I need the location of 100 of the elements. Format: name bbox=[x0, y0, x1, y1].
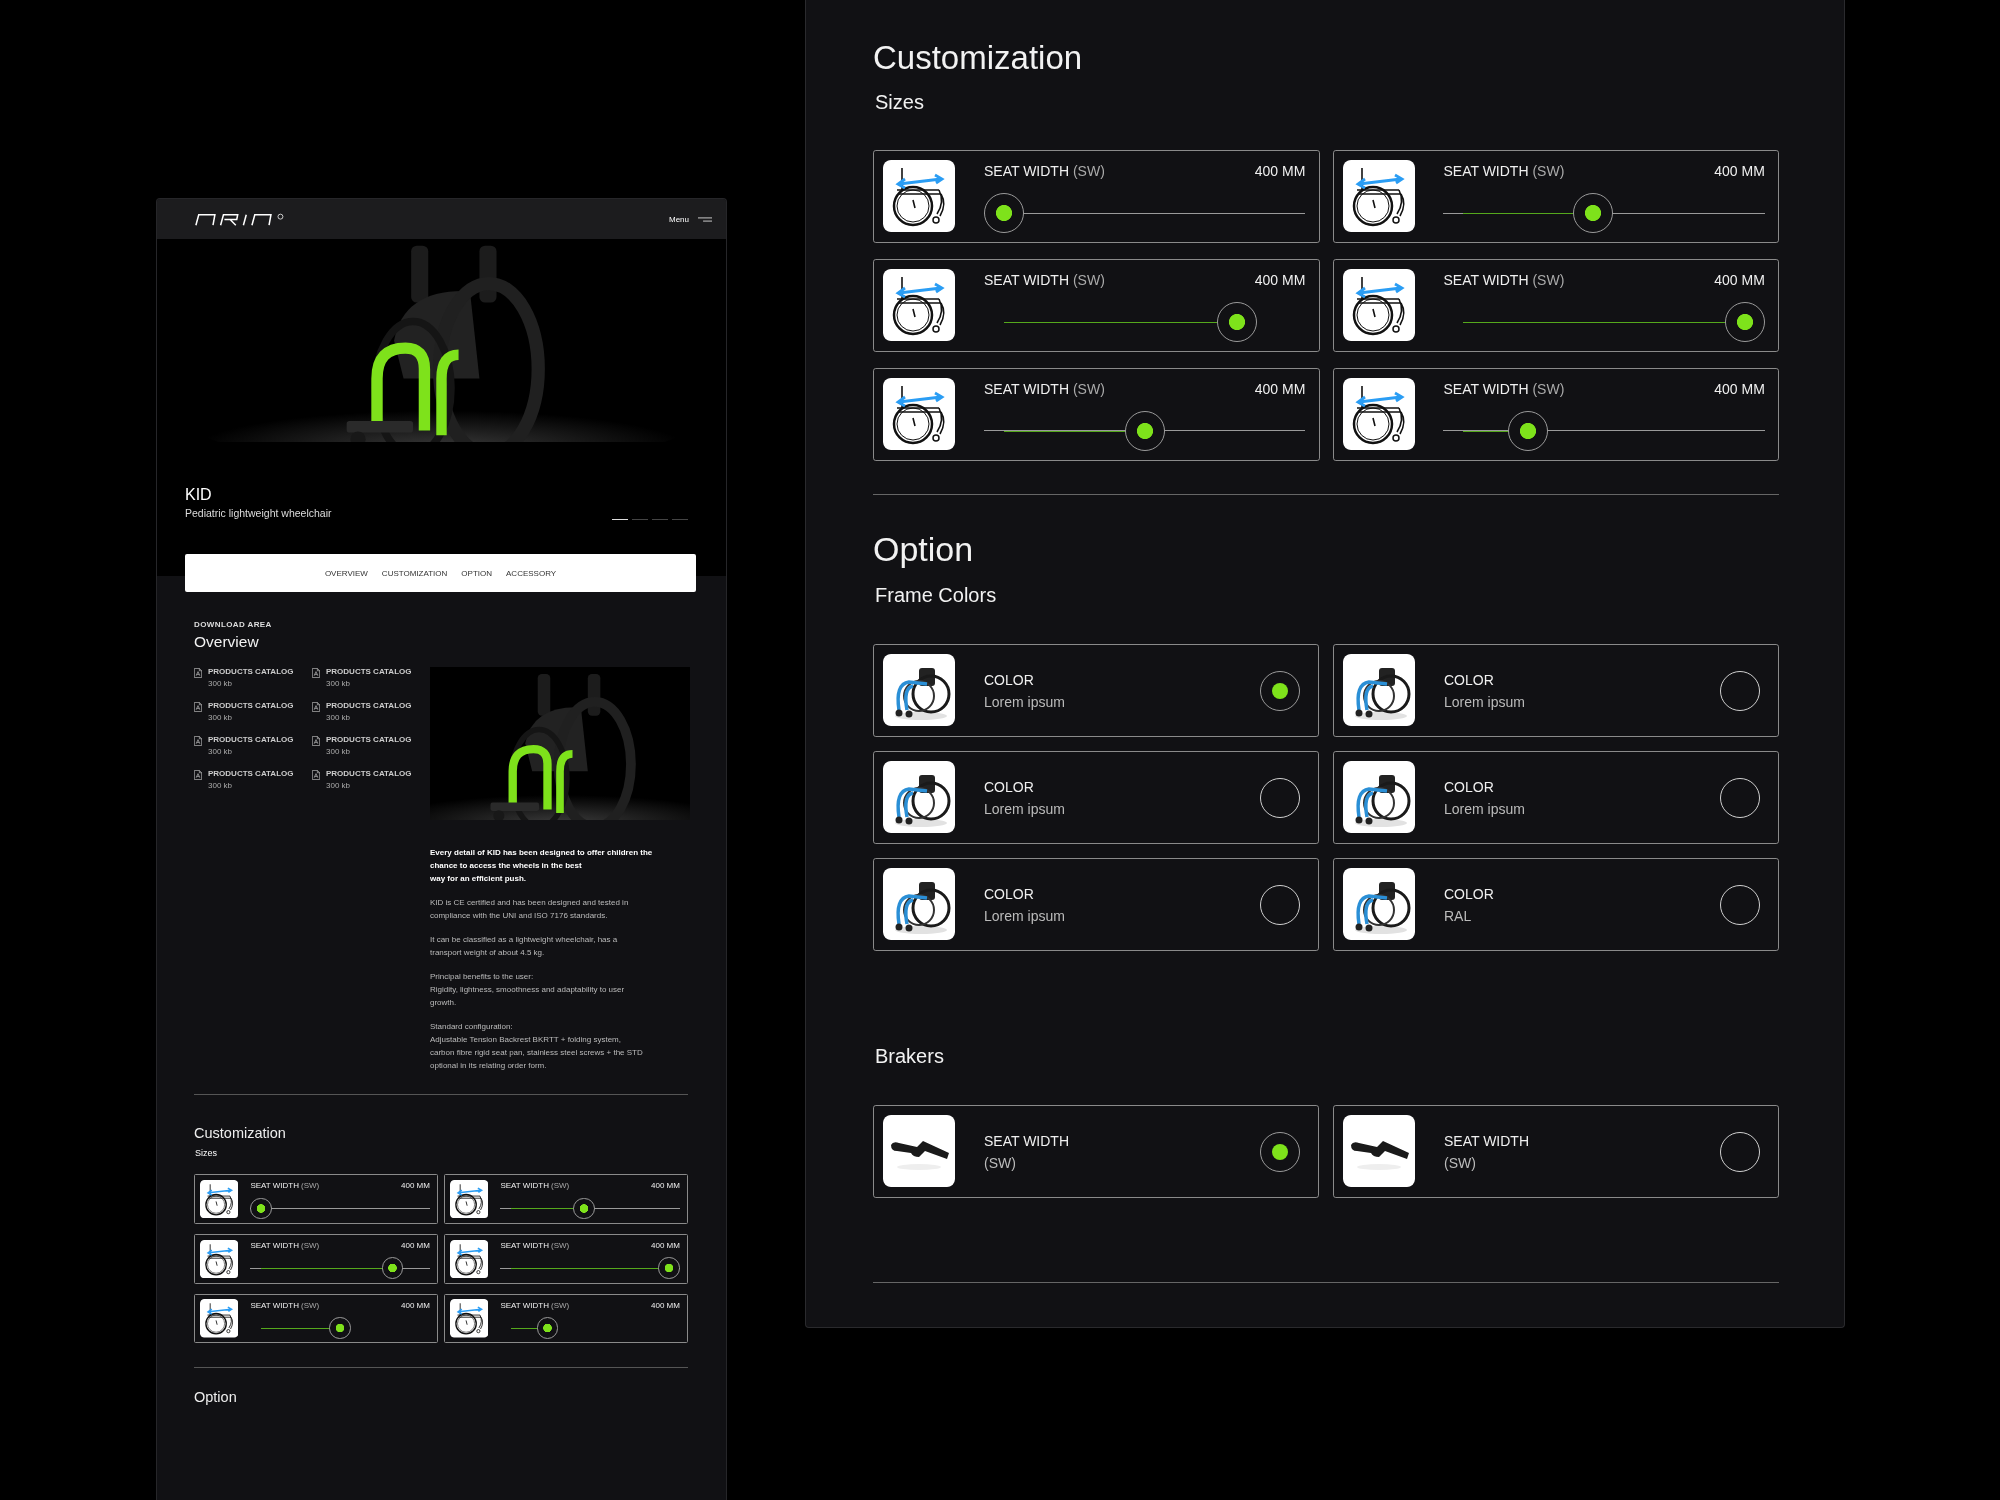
slider-thumb[interactable] bbox=[381, 1257, 404, 1279]
slider-value: 400 MM bbox=[401, 1300, 430, 1311]
unit-label: (SW) bbox=[301, 1300, 320, 1311]
section-title: Option bbox=[873, 529, 975, 570]
wheelchair-icon bbox=[883, 160, 955, 232]
file-size: 300 kb bbox=[208, 679, 234, 689]
slider-label: SEAT WIDTH bbox=[983, 162, 1069, 181]
option-value: Lorem ipsum bbox=[983, 692, 1066, 712]
slider-thumb[interactable] bbox=[536, 1317, 559, 1339]
option-card[interactable]: COLOR Lorem ipsum bbox=[873, 858, 1319, 951]
download-link[interactable]: PRODUCTS CATALOG bbox=[326, 769, 412, 779]
section-title: Option bbox=[194, 1389, 238, 1406]
slider-thumb[interactable] bbox=[250, 1197, 272, 1220]
wheelchair-icon bbox=[449, 1239, 489, 1279]
unit-label: (SW) bbox=[1532, 162, 1565, 181]
wheelchair-icon bbox=[1342, 378, 1415, 450]
slider-value: 400 MM bbox=[651, 1240, 680, 1251]
download-link[interactable]: PRODUCTS CATALOG bbox=[208, 701, 294, 711]
option-label: COLOR bbox=[1443, 884, 1495, 904]
slider-value: 400 MM bbox=[1254, 162, 1306, 181]
option-label: SEAT WIDTH bbox=[983, 1131, 1070, 1151]
option-card[interactable]: COLOR Lorem ipsum bbox=[1333, 751, 1779, 844]
download-link[interactable]: PRODUCTS CATALOG bbox=[326, 701, 412, 711]
option-label: COLOR bbox=[1443, 777, 1495, 797]
slider-label: SEAT WIDTH bbox=[1443, 380, 1529, 399]
tab[interactable]: ACCESSORY bbox=[506, 568, 557, 578]
document-icon bbox=[312, 668, 320, 678]
slider-value: 400 MM bbox=[401, 1240, 430, 1251]
option-value: (SW) bbox=[983, 1153, 1017, 1173]
wheelchair-icon bbox=[449, 1299, 489, 1338]
slider-thumb[interactable] bbox=[329, 1317, 351, 1339]
download-link[interactable]: PRODUCTS CATALOG bbox=[208, 769, 294, 779]
tab[interactable]: OVERVIEW bbox=[324, 568, 368, 578]
option-value: Lorem ipsum bbox=[983, 906, 1066, 926]
slider-label: SEAT WIDTH bbox=[250, 1300, 299, 1311]
slider-label: SEAT WIDTH bbox=[983, 271, 1069, 290]
menu-link[interactable]: Menu bbox=[669, 214, 689, 224]
unit-label: (SW) bbox=[551, 1240, 570, 1251]
slider-value: 400 MM bbox=[401, 1180, 430, 1191]
slider-value: 400 MM bbox=[1714, 162, 1765, 181]
section-subtitle: Frame Colors bbox=[875, 583, 998, 607]
wheelchair-icon bbox=[1342, 160, 1415, 232]
tab[interactable]: OPTION bbox=[461, 568, 492, 578]
unit-label: (SW) bbox=[301, 1180, 320, 1191]
section-subtitle: Sizes bbox=[195, 1147, 218, 1159]
option-card[interactable]: COLOR Lorem ipsum bbox=[1333, 644, 1779, 737]
section-subtitle: Sizes bbox=[875, 90, 925, 114]
option-label: SEAT WIDTH bbox=[1443, 1131, 1530, 1151]
download-link[interactable]: PRODUCTS CATALOG bbox=[208, 735, 294, 745]
wheelchair-icon bbox=[199, 1179, 239, 1219]
slider-label: SEAT WIDTH bbox=[250, 1180, 299, 1191]
slider-thumb[interactable] bbox=[573, 1197, 595, 1220]
option-card[interactable]: SEAT WIDTH (SW) bbox=[1333, 1105, 1779, 1198]
wheelchair-icon bbox=[883, 269, 955, 341]
file-size: 300 kb bbox=[326, 781, 352, 791]
menu-icon bbox=[698, 216, 712, 222]
option-label: COLOR bbox=[983, 670, 1035, 690]
lead-paragraph: Every detail of KID has been designed to offer children the chance to access the wheels in the best way for an efficient push. bbox=[430, 847, 654, 885]
section-title: Customization bbox=[873, 38, 1084, 78]
unit-label: (SW) bbox=[551, 1300, 570, 1311]
document-icon bbox=[312, 770, 320, 780]
option-value: Lorem ipsum bbox=[1443, 799, 1526, 819]
tab[interactable]: CUSTOMIZATION bbox=[381, 568, 448, 578]
option-card[interactable]: COLOR Lorem ipsum bbox=[873, 751, 1319, 844]
slider-label: SEAT WIDTH bbox=[1443, 271, 1529, 290]
unit-label: (SW) bbox=[1532, 380, 1565, 399]
option-card[interactable]: COLOR Lorem ipsum bbox=[873, 644, 1319, 737]
file-size: 300 kb bbox=[326, 747, 352, 757]
option-value: (SW) bbox=[1443, 1153, 1477, 1173]
download-link[interactable]: PRODUCTS CATALOG bbox=[326, 667, 412, 677]
slider-value: 400 MM bbox=[1714, 380, 1765, 399]
unit-label: (SW) bbox=[1072, 162, 1105, 181]
file-size: 300 kb bbox=[208, 747, 234, 757]
slider-value: 400 MM bbox=[651, 1180, 680, 1191]
wheelchair-icon bbox=[449, 1179, 489, 1219]
option-value: RAL bbox=[1443, 906, 1473, 926]
document-icon bbox=[194, 736, 202, 746]
option-value: Lorem ipsum bbox=[983, 799, 1066, 819]
slider-label: SEAT WIDTH bbox=[983, 380, 1069, 399]
wheelchair-icon bbox=[883, 378, 955, 450]
option-card[interactable]: SEAT WIDTH (SW) bbox=[873, 1105, 1319, 1198]
document-icon bbox=[194, 702, 202, 712]
unit-label: (SW) bbox=[1532, 271, 1565, 290]
file-size: 300 kb bbox=[208, 781, 234, 791]
wheelchair-icon bbox=[199, 1299, 239, 1338]
slider-label: SEAT WIDTH bbox=[1443, 162, 1529, 181]
document-icon bbox=[312, 736, 320, 746]
document-icon bbox=[194, 668, 202, 678]
file-size: 300 kb bbox=[326, 713, 352, 723]
option-label: COLOR bbox=[983, 777, 1035, 797]
download-link[interactable]: PRODUCTS CATALOG bbox=[326, 735, 412, 745]
slider-value: 400 MM bbox=[1714, 271, 1765, 290]
slider-label: SEAT WIDTH bbox=[500, 1180, 549, 1191]
paragraph: Standard configuration: Adjustable Tension Backrest BKRTT + folding system, carbon fibre rigid seat pan, stainless steel screws + the STD optional in its relating order form. bbox=[430, 1021, 644, 1072]
slider-value: 400 MM bbox=[651, 1300, 680, 1311]
slider-value: 400 MM bbox=[1254, 271, 1306, 290]
option-card[interactable]: COLOR RAL bbox=[1333, 858, 1779, 951]
download-link[interactable]: PRODUCTS CATALOG bbox=[208, 667, 294, 677]
slider-label: SEAT WIDTH bbox=[500, 1240, 549, 1251]
slider-thumb[interactable] bbox=[658, 1257, 680, 1279]
